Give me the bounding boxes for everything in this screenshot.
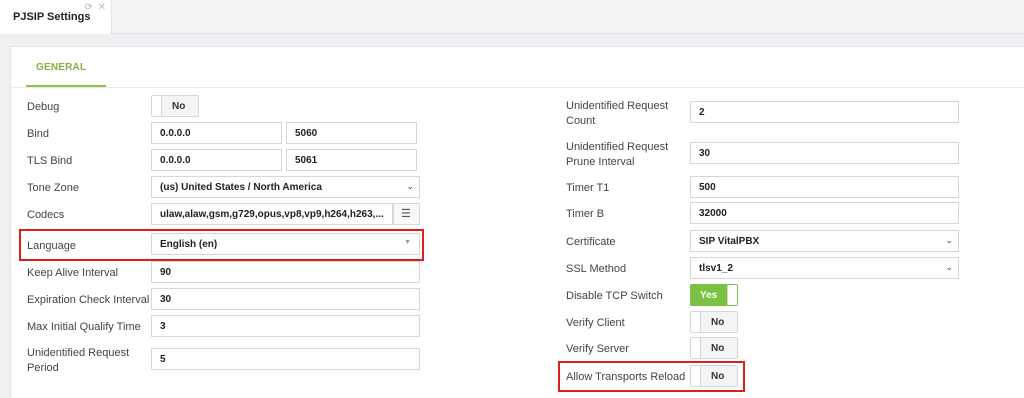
tls-bind-label: TLS Bind — [27, 155, 73, 167]
toggle-label: No — [172, 101, 186, 112]
codecs-label: Codecs — [27, 209, 65, 221]
timer-t1-label: Timer T1 — [566, 182, 610, 194]
debug-label: Debug — [27, 101, 60, 113]
codecs-input[interactable]: ulaw,alaw,gsm,g729,opus,vp8,vp9,h264,h26… — [151, 203, 393, 225]
timer-b-input[interactable]: 32000 — [690, 202, 959, 224]
unid-prune-input[interactable]: 30 — [690, 142, 959, 164]
max-qualify-input[interactable]: 3 — [151, 315, 420, 337]
tab-general[interactable]: GENERAL — [26, 47, 106, 87]
tab-title: PJSIP Settings — [13, 11, 91, 23]
unid-prune-label-line2: Prune Interval — [566, 156, 635, 168]
expiration-label: Expiration Check Interval — [27, 294, 150, 306]
unid-period-label-line2: Period — [27, 362, 59, 374]
refresh-icon[interactable]: ⟳ — [84, 2, 93, 13]
tab-icons: ⟳ ✕ — [84, 2, 107, 13]
chevron-down-icon: ⌄ — [406, 181, 414, 191]
verify-server-toggle[interactable]: No — [690, 337, 738, 359]
debug-toggle[interactable]: No — [151, 95, 199, 117]
unid-count-label-line1: Unidentified Request — [566, 100, 669, 112]
divider — [11, 87, 1024, 88]
bind-address-input[interactable]: 0.0.0.0 — [151, 122, 282, 144]
list-icon: ☰ — [401, 208, 411, 220]
certificate-label: Certificate — [566, 236, 616, 248]
bind-port-input[interactable]: 5060 — [286, 122, 417, 144]
keep-alive-label: Keep Alive Interval — [27, 267, 119, 279]
codecs-list-button[interactable]: ☰ — [393, 203, 420, 225]
verify-server-label: Verify Server — [566, 343, 629, 355]
ssl-method-value: tlsv1_2 — [699, 263, 733, 274]
tls-bind-port-input[interactable]: 5061 — [286, 149, 417, 171]
certificate-select[interactable]: SIP VitalPBX ⌄ — [690, 230, 959, 252]
verify-client-label: Verify Client — [566, 317, 625, 329]
tab-pjsip-settings[interactable]: PJSIP Settings ⟳ ✕ — [0, 0, 112, 34]
toggle-label: Yes — [700, 290, 718, 301]
unid-count-label-line2: Count — [566, 115, 596, 127]
timer-b-label: Timer B — [566, 208, 605, 220]
unid-prune-label-line1: Unidentified Request — [566, 141, 669, 153]
ssl-method-label: SSL Method — [566, 263, 627, 275]
timer-t1-input[interactable]: 500 — [690, 176, 959, 198]
allow-reload-highlight-box — [558, 361, 745, 392]
unid-period-label-line1: Unidentified Request — [27, 347, 130, 359]
max-qualify-label: Max Initial Qualify Time — [27, 321, 141, 333]
toggle-knob — [691, 338, 701, 358]
tab-bar: PJSIP Settings ⟳ ✕ — [0, 0, 1024, 34]
disable-tcp-toggle[interactable]: Yes — [690, 284, 738, 306]
toggle-label: No — [711, 317, 725, 328]
tone-zone-label: Tone Zone — [27, 182, 79, 194]
tone-zone-value: (us) United States / North America — [160, 182, 322, 193]
chevron-down-icon: ⌄ — [945, 235, 953, 245]
expiration-input[interactable]: 30 — [151, 288, 420, 310]
toggle-knob — [691, 312, 701, 332]
disable-tcp-label: Disable TCP Switch — [566, 290, 663, 302]
tls-bind-address-input[interactable]: 0.0.0.0 — [151, 149, 282, 171]
tone-zone-select[interactable]: (us) United States / North America ⌄ — [151, 176, 420, 198]
chevron-down-icon: ⌄ — [945, 262, 953, 272]
verify-client-toggle[interactable]: No — [690, 311, 738, 333]
ssl-method-select[interactable]: tlsv1_2 ⌄ — [690, 257, 959, 279]
certificate-value: SIP VitalPBX — [699, 236, 760, 247]
tab-general-label: GENERAL — [36, 62, 87, 73]
unid-period-input[interactable]: 5 — [151, 348, 420, 370]
toggle-knob — [727, 285, 737, 305]
keep-alive-input[interactable]: 90 — [151, 261, 420, 283]
toggle-label: No — [711, 343, 725, 354]
close-icon[interactable]: ✕ — [98, 2, 107, 13]
language-highlight-box — [19, 229, 424, 261]
unid-count-input[interactable]: 2 — [690, 101, 959, 123]
toggle-knob — [152, 96, 162, 116]
bind-label: Bind — [27, 128, 50, 140]
